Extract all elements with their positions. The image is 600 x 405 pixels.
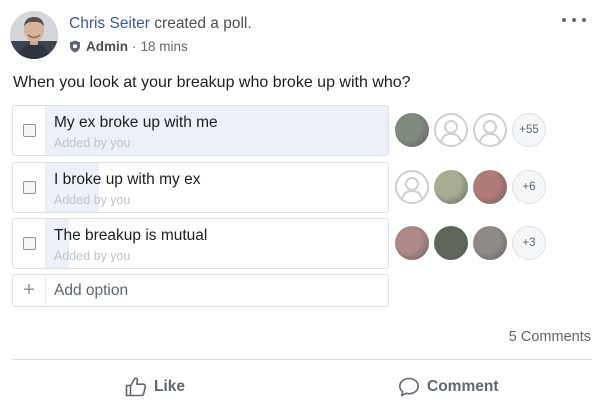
like-button[interactable]: Like [125,374,185,400]
poll-option-added-by: Added by you [54,249,131,263]
more-voters-badge[interactable]: +3 [512,226,546,260]
post-header: Chris Seiter created a poll. Admin · 18 … [10,11,590,63]
post-action-text: created a poll. [154,15,252,32]
checkbox-cell [13,219,46,268]
voter-avatar[interactable] [473,170,507,204]
voter-avatar[interactable] [395,113,429,147]
comment-button[interactable]: Comment [398,374,498,400]
voter-avatar[interactable] [473,226,507,260]
comment-bubble-icon [399,377,419,397]
voter-avatar[interactable] [434,170,468,204]
checkbox-cell [13,163,46,212]
more-dot [572,18,576,22]
voter-avatars: +6 [395,169,546,205]
post-author-line: Chris Seiter created a poll. [69,15,252,33]
voter-avatar[interactable] [473,113,507,147]
post-timestamp[interactable]: 18 mins [141,39,188,54]
add-option-input[interactable] [54,275,384,306]
poll-option-added-by: Added by you [54,136,131,150]
admin-role-label: Admin [86,39,128,54]
checkbox-cell [13,106,46,155]
poll-option-ex-broke-up[interactable]: My ex broke up with me Added by you [12,105,389,156]
poll-option-checkbox[interactable] [23,181,36,194]
voter-avatars: +55 [395,112,546,148]
more-voters-badge[interactable]: +6 [512,170,546,204]
comment-label: Comment [427,378,499,395]
voter-avatar[interactable] [434,226,468,260]
comments-count-link[interactable]: 5 Comments [509,329,591,345]
plus-icon: + [13,275,46,306]
poll-option-label: I broke up with my ex [54,171,201,188]
poll-option-label: My ex broke up with me [54,114,218,131]
poll-option-label: The breakup is mutual [54,227,208,244]
author-avatar[interactable] [10,11,58,59]
voter-avatar[interactable] [395,170,429,204]
shield-icon [70,40,80,53]
poll-question: When you look at your breakup who broke … [13,74,411,91]
voter-avatar[interactable] [395,226,429,260]
voter-avatars: +3 [395,225,546,261]
poll-option-checkbox[interactable] [23,124,36,137]
more-dot [562,18,566,22]
more-options-icon[interactable] [562,11,586,29]
poll-option-checkbox[interactable] [23,237,36,250]
poll-option-added-by: Added by you [54,193,131,207]
post-meta: Admin · 18 mins [69,39,188,54]
actions-divider [12,359,592,360]
poll-option-mutual[interactable]: The breakup is mutual Added by you [12,218,389,269]
add-option-field[interactable]: + [12,274,389,307]
poll-option-i-broke-up[interactable]: I broke up with my ex Added by you [12,162,389,213]
voter-avatar[interactable] [434,113,468,147]
author-name-link[interactable]: Chris Seiter [69,15,150,32]
thumbs-up-icon [125,377,147,397]
more-voters-badge[interactable]: +55 [512,113,546,147]
author-photo [10,11,58,59]
more-dot [582,18,586,22]
meta-separator: · [132,39,137,54]
like-label: Like [154,378,186,395]
